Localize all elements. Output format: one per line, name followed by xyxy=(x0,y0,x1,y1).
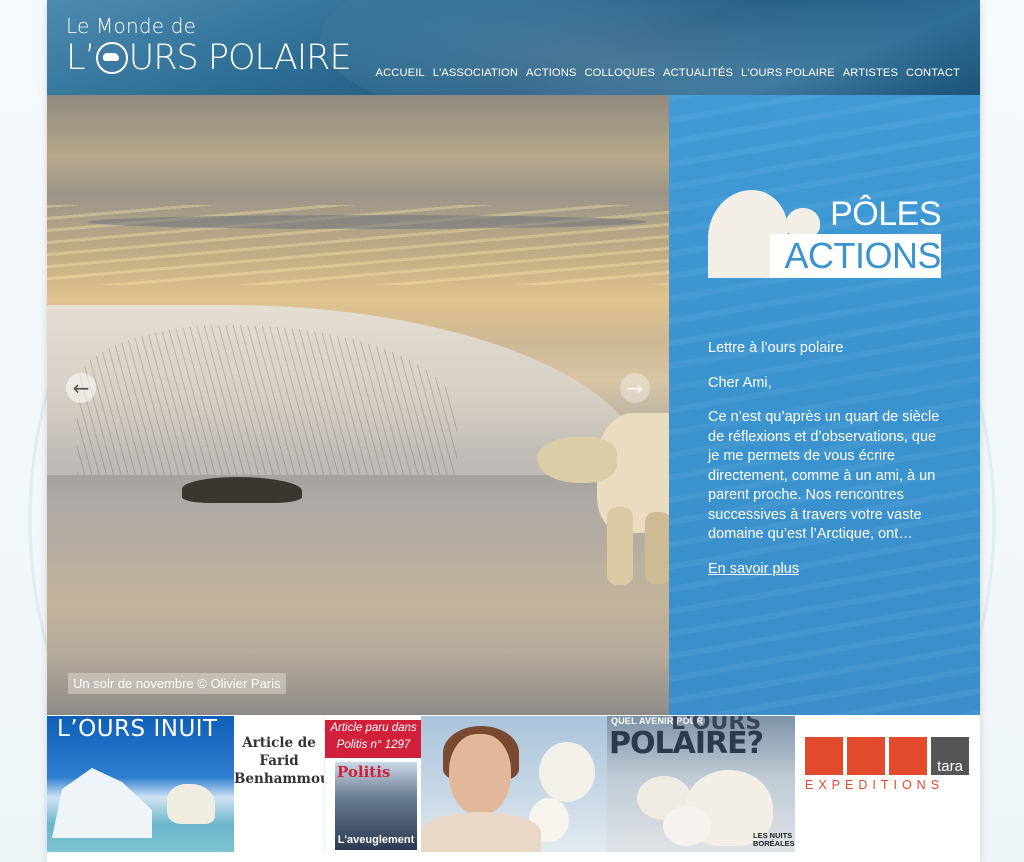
polar-bear-image xyxy=(167,784,215,824)
site-logo[interactable]: Le Monde de L’ URS POLAIRE xyxy=(66,14,352,78)
ice-ridge xyxy=(87,215,647,229)
cover-publisher: LES NUITS BORÉALES xyxy=(753,831,795,848)
site-header: Le Monde de L’ URS POLAIRE ACCUEIL L'ASS… xyxy=(47,0,980,95)
letter-excerpt: Lettre à l’ours polaire Cher Ami, Ce n’e… xyxy=(708,339,948,594)
nav-ours-polaire[interactable]: L'OURS POLAIRE xyxy=(741,67,835,79)
portrait-face xyxy=(449,734,511,816)
arrow-left-icon: ← xyxy=(72,376,90,400)
arrow-right-icon: → xyxy=(626,376,644,400)
nav-contact[interactable]: CONTACT xyxy=(906,67,960,79)
nav-accueil[interactable]: ACCUEIL xyxy=(376,67,425,79)
tile-politis[interactable]: Article paru dans Politis n° 1297 Politi… xyxy=(324,716,422,852)
bear-leg xyxy=(645,512,669,584)
magazine-logo: Politis xyxy=(337,763,391,781)
nav-artistes[interactable]: ARTISTES xyxy=(843,67,898,79)
logo-actions: ACTIONS xyxy=(784,235,941,276)
bear-head xyxy=(537,437,617,483)
bear-leg xyxy=(607,507,633,585)
tile-portrait[interactable] xyxy=(421,716,607,852)
polar-bear-image xyxy=(539,742,595,802)
tara-wordmark: tara xyxy=(931,737,969,775)
logo-line2-suffix: URS POLAIRE xyxy=(128,38,352,78)
bear-cub xyxy=(663,806,711,846)
magazine-headline: L'aveuglement xyxy=(337,834,415,846)
cover-title-line2: POLAIRE? xyxy=(609,726,764,761)
article-title: Article de Farid Benhammou xyxy=(234,735,324,787)
bear-logo-icon xyxy=(95,42,128,74)
tara-globe-icon xyxy=(847,737,885,775)
nav-actualites[interactable]: ACTUALITÉS xyxy=(663,67,733,79)
nav-actions[interactable]: ACTIONS xyxy=(526,67,576,79)
poles-actions-logo: PÔLES ACTIONS xyxy=(708,190,942,282)
tile-title: L’OURS INUIT xyxy=(57,716,218,742)
tara-bear-icon xyxy=(805,737,843,775)
tile-tara-expeditions[interactable]: tara EXPEDITIONS xyxy=(795,716,980,852)
tile-ours-inuit[interactable]: L’OURS INUIT xyxy=(47,716,234,852)
hero-slideshow: ← → Un soir de novembre © Olivier Paris xyxy=(47,95,669,715)
logo-poles: PÔLES xyxy=(830,195,941,233)
next-slide-button[interactable]: → xyxy=(620,373,650,403)
slide-caption: Un soir de novembre © Olivier Paris xyxy=(68,673,286,694)
letter-body: Ce n’est qu’après un quart de siècle de … xyxy=(708,409,940,542)
poles-actions-panel: PÔLES ACTIONS Lettre à l’ours polaire Ch… xyxy=(669,95,980,715)
letter-greeting: Cher Ami, xyxy=(708,374,772,391)
politis-banner: Article paru dans Politis n° 1297 xyxy=(325,720,422,758)
read-more-link[interactable]: En savoir plus xyxy=(708,561,799,577)
tile-article-farid[interactable]: Article de Farid Benhammou xyxy=(234,716,324,852)
prev-slide-button[interactable]: ← xyxy=(66,373,96,403)
tile-avenir-ours[interactable]: QUEL AVENIR POUR L'OURS POLAIRE? LES NUI… xyxy=(607,716,795,852)
logo-line2: L’ URS POLAIRE xyxy=(66,38,352,78)
logo-line1: Le Monde de xyxy=(66,14,197,38)
nav-association[interactable]: L'ASSOCIATION xyxy=(433,67,518,79)
polar-bear-image xyxy=(537,407,669,587)
tara-boat-icon xyxy=(889,737,927,775)
page-frame: Le Monde de L’ URS POLAIRE ACCUEIL L'ASS… xyxy=(47,0,980,862)
partner-tiles: L’OURS INUIT Article de Farid Benhammou … xyxy=(47,716,980,862)
nav-colloques[interactable]: COLLOQUES xyxy=(584,67,655,79)
tara-expeditions-label: EXPEDITIONS xyxy=(805,778,945,792)
tara-logo: tara xyxy=(805,737,969,775)
rock xyxy=(182,477,302,503)
header-decoration xyxy=(320,0,980,95)
main-nav: ACCUEIL L'ASSOCIATION ACTIONS COLLOQUES … xyxy=(376,67,960,79)
logo-line2-prefix: L’ xyxy=(66,38,96,78)
iceberg-image xyxy=(52,768,152,838)
portrait-shoulders xyxy=(421,812,541,852)
letter-title: Lettre à l’ours polaire xyxy=(708,340,844,356)
